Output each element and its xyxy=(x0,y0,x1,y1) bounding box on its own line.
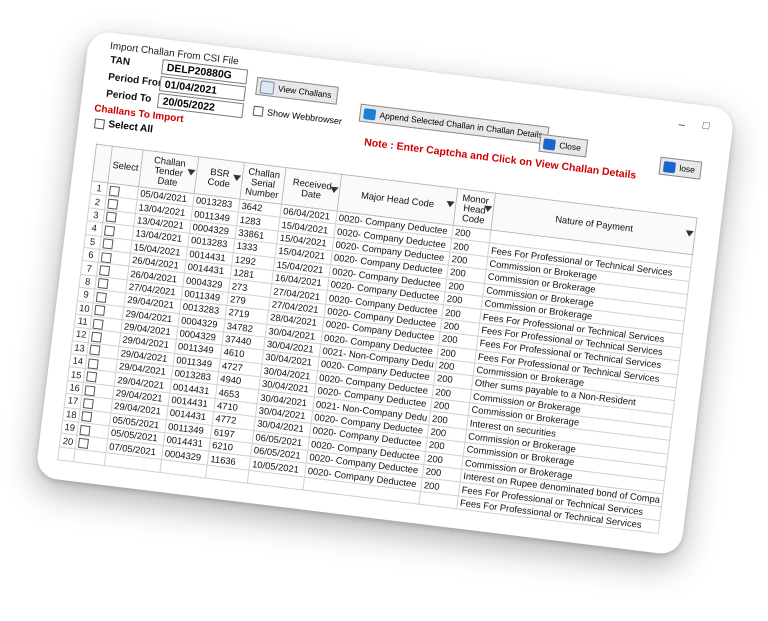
show-webbrowser-label: Show Webbrowser xyxy=(266,107,343,127)
col-received-date[interactable]: Received Date xyxy=(281,167,342,212)
close-button[interactable]: Close xyxy=(538,133,588,158)
close2-label: lose xyxy=(678,162,696,175)
col-select[interactable]: Select xyxy=(107,146,144,187)
row-checkbox[interactable] xyxy=(82,398,94,410)
row-checkbox[interactable] xyxy=(84,384,96,396)
col-serial-number[interactable]: Challan Serial Number xyxy=(239,162,287,205)
col-bsr-code[interactable]: BSR Code xyxy=(194,156,245,200)
select-all-checkbox[interactable] xyxy=(93,117,106,130)
filter-icon[interactable] xyxy=(446,200,455,208)
append-icon xyxy=(363,107,377,120)
row-checkbox[interactable] xyxy=(77,437,89,450)
row-checkbox[interactable] xyxy=(85,371,98,383)
view-challans-button[interactable]: View Challans xyxy=(255,76,339,105)
row-checkbox[interactable] xyxy=(107,198,119,210)
row-checkbox[interactable] xyxy=(97,278,109,290)
row-number: 11 xyxy=(74,313,92,330)
filter-icon[interactable] xyxy=(186,169,196,176)
row-checkbox[interactable] xyxy=(90,331,103,343)
row-number: 19 xyxy=(60,420,79,436)
row-number: 10 xyxy=(75,300,94,316)
row-checkbox[interactable] xyxy=(100,251,112,263)
filter-icon[interactable] xyxy=(685,230,695,238)
period-to-label: Period To xyxy=(105,88,152,106)
row-checkbox[interactable] xyxy=(105,211,117,224)
challan-table: Select Challan Tender Date BSR Code Chal… xyxy=(57,144,698,535)
view-challans-label: View Challans xyxy=(277,83,333,100)
row-checkbox[interactable] xyxy=(94,305,106,317)
row-checkbox[interactable] xyxy=(103,225,116,237)
show-webbrowser-row[interactable]: Show Webbrowser xyxy=(252,105,343,127)
row-number: 16 xyxy=(65,380,84,396)
row-number: 15 xyxy=(67,367,86,383)
row-number: 12 xyxy=(72,327,90,343)
close-icon xyxy=(542,137,557,151)
row-number: 14 xyxy=(69,353,87,369)
close-button-2[interactable]: lose xyxy=(658,156,702,180)
row-checkbox[interactable] xyxy=(81,411,93,423)
append-selected-label: Append Selected Challan in Challan Detai… xyxy=(379,110,544,141)
captcha-note: Note : Enter Captcha and Click on View C… xyxy=(363,136,637,182)
row-number: 17 xyxy=(64,393,82,409)
show-webbrowser-checkbox[interactable] xyxy=(252,105,264,117)
col-tender-date-label: Challan Tender Date xyxy=(153,153,187,188)
row-checkbox[interactable] xyxy=(95,291,107,303)
row-number: 13 xyxy=(70,340,89,356)
row-checkbox[interactable] xyxy=(87,358,99,370)
row-checkbox[interactable] xyxy=(79,424,91,436)
tan-label: TAN xyxy=(109,54,131,69)
row-checkbox[interactable] xyxy=(92,318,104,330)
restore-button[interactable]: □ xyxy=(702,120,710,133)
row-number: 18 xyxy=(62,406,81,423)
row-checkbox[interactable] xyxy=(102,238,114,250)
filter-icon[interactable] xyxy=(232,174,242,182)
row-number: 20 xyxy=(59,433,77,449)
close-icon xyxy=(662,160,677,173)
close-label: Close xyxy=(558,140,582,153)
document-icon xyxy=(259,79,275,95)
row-number xyxy=(57,446,76,463)
select-all-label: Select All xyxy=(107,119,154,136)
row-checkbox[interactable] xyxy=(108,185,120,197)
col-major-head-label: Major Head Code xyxy=(360,189,435,210)
row-checkbox[interactable] xyxy=(99,265,111,277)
col-tender-date[interactable]: Challan Tender Date xyxy=(138,149,199,194)
col-bsr-code-label: BSR Code xyxy=(206,165,231,190)
col-received-date-label: Received Date xyxy=(292,175,333,201)
col-nature-label: Nature of Payment xyxy=(554,213,634,234)
filter-icon[interactable] xyxy=(483,205,493,213)
row-checkbox[interactable] xyxy=(89,344,101,357)
import-challan-window: Import Challan From CSI File – □ TAN DEL… xyxy=(35,30,735,556)
filter-icon[interactable] xyxy=(329,186,339,194)
row-select-cell[interactable] xyxy=(73,448,107,466)
col-minor-head[interactable]: Monor Head Code xyxy=(453,188,496,230)
minimize-button[interactable]: – xyxy=(678,119,686,132)
